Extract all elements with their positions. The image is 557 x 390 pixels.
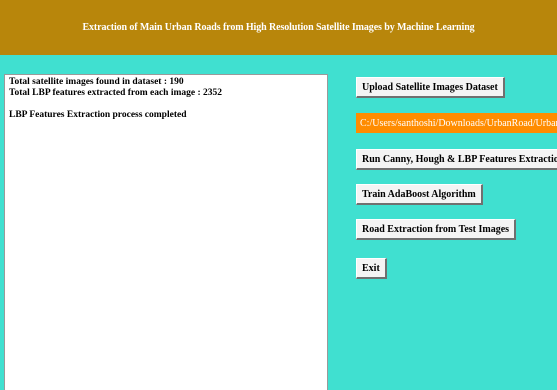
exit-button[interactable]: Exit — [356, 258, 387, 279]
output-line: LBP Features Extraction process complete… — [9, 110, 187, 120]
title-bar: Extraction of Main Urban Roads from High… — [0, 0, 557, 55]
output-blank-line — [9, 99, 323, 110]
output-text-area[interactable]: Total satellite images found in dataset … — [4, 74, 328, 390]
run-feature-extraction-button[interactable]: Run Canny, Hough & LBP Features Extracti… — [356, 149, 557, 170]
output-line: Total satellite images found in dataset … — [9, 77, 184, 87]
dataset-path-label: C:/Users/santhoshi/Downloads/UrbanRoad/U… — [356, 113, 557, 133]
road-extraction-button[interactable]: Road Extraction from Test Images — [356, 219, 517, 240]
output-line: Total LBP features extracted from each i… — [9, 88, 223, 98]
app-title: Extraction of Main Urban Roads from High… — [82, 22, 475, 33]
train-adaboost-button[interactable]: Train AdaBoost Algorithm — [356, 184, 483, 205]
upload-dataset-button[interactable]: Upload Satellite Images Dataset — [356, 77, 505, 98]
